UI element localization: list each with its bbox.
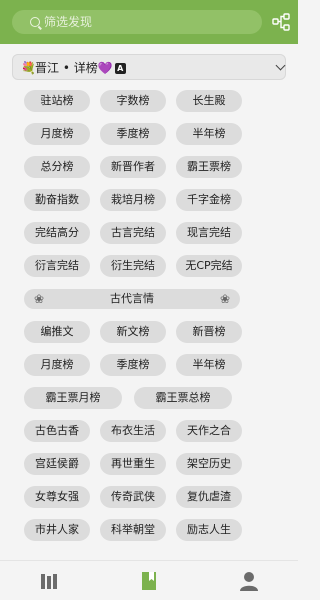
ranking-pill[interactable]: 霸王票月榜 [24, 387, 122, 409]
ranking-pill[interactable]: 半年榜 [176, 123, 242, 145]
a-badge: A [114, 63, 126, 74]
search-icon [30, 17, 40, 27]
ranking-pill[interactable]: 传奇武侠 [100, 486, 166, 508]
flower-icon: ❀ [219, 292, 230, 306]
bookshelf-icon[interactable] [37, 569, 61, 593]
flower-icon: ❀ [34, 292, 45, 306]
ranking-pill[interactable]: 字数榜 [100, 90, 166, 112]
ranking-pill[interactable]: 季度榜 [100, 123, 166, 145]
selector-label: 晋江 • 详榜💜 A [35, 60, 126, 76]
search-input[interactable]: 筛选发现 [12, 10, 262, 34]
ranking-pill[interactable]: 新晋作者 [100, 156, 166, 178]
ranking-pill[interactable]: 再世重生 [100, 453, 166, 475]
ranking-pill[interactable]: 衍生完结 [100, 255, 166, 277]
ranking-pill[interactable]: 架空历史 [176, 453, 242, 475]
ranking-pill[interactable]: 月度榜 [24, 354, 90, 376]
source-selector[interactable]: 💐 晋江 • 详榜💜 A [12, 54, 286, 80]
ranking-pill[interactable]: 完结高分 [24, 222, 90, 244]
tree-structure-icon[interactable] [272, 13, 290, 31]
ranking-pill[interactable]: 励志人生 [176, 519, 242, 541]
ranking-pill[interactable]: 现言完结 [176, 222, 242, 244]
ranking-pill[interactable]: 季度榜 [100, 354, 166, 376]
profile-icon[interactable] [237, 569, 261, 593]
top-bar: 筛选发现 [0, 0, 298, 44]
search-placeholder: 筛选发现 [44, 15, 93, 29]
ranking-pill[interactable]: 古言完结 [100, 222, 166, 244]
ranking-pill[interactable]: 无CP完结 [176, 255, 242, 277]
ranking-pill[interactable]: 宫廷侯爵 [24, 453, 90, 475]
ranking-pill[interactable]: 霸王票总榜 [134, 387, 232, 409]
ranking-pill[interactable]: 衍言完结 [24, 255, 90, 277]
section-title: 古代言情 [110, 292, 154, 305]
selector-text: 晋江 • 详榜 [35, 61, 98, 75]
discover-book-icon[interactable] [137, 569, 161, 593]
bottom-nav [0, 560, 298, 600]
ranking-pill[interactable]: 复仇虐渣 [176, 486, 242, 508]
chevron-down-icon [275, 60, 286, 71]
ranking-pill[interactable]: 市井人家 [24, 519, 90, 541]
ranking-pill[interactable]: 新文榜 [100, 321, 166, 343]
ranking-pill[interactable]: 勤奋指数 [24, 189, 90, 211]
ranking-pill[interactable]: 古色古香 [24, 420, 90, 442]
ranking-pill[interactable]: 千字金榜 [176, 189, 242, 211]
ranking-pill[interactable]: 新晋榜 [176, 321, 242, 343]
ranking-pill[interactable]: 天作之合 [176, 420, 242, 442]
section-header[interactable]: ❀ 古代言情 ❀ [24, 289, 240, 309]
ranking-pill[interactable]: 驻站榜 [24, 90, 90, 112]
ranking-pill[interactable]: 栽培月榜 [100, 189, 166, 211]
heart-icon: 💜 [97, 61, 113, 75]
ranking-pill[interactable]: 月度榜 [24, 123, 90, 145]
ranking-pill[interactable]: 布衣生活 [100, 420, 166, 442]
ranking-pill[interactable]: 总分榜 [24, 156, 90, 178]
ranking-pill[interactable]: 长生殿 [176, 90, 242, 112]
ranking-pill[interactable]: 女尊女强 [24, 486, 90, 508]
ranking-pill[interactable]: 半年榜 [176, 354, 242, 376]
ranking-pill[interactable]: 科举朝堂 [100, 519, 166, 541]
bouquet-icon: 💐 [21, 61, 36, 75]
ranking-pill[interactable]: 霸王票榜 [176, 156, 242, 178]
ranking-pill[interactable]: 编推文 [24, 321, 90, 343]
